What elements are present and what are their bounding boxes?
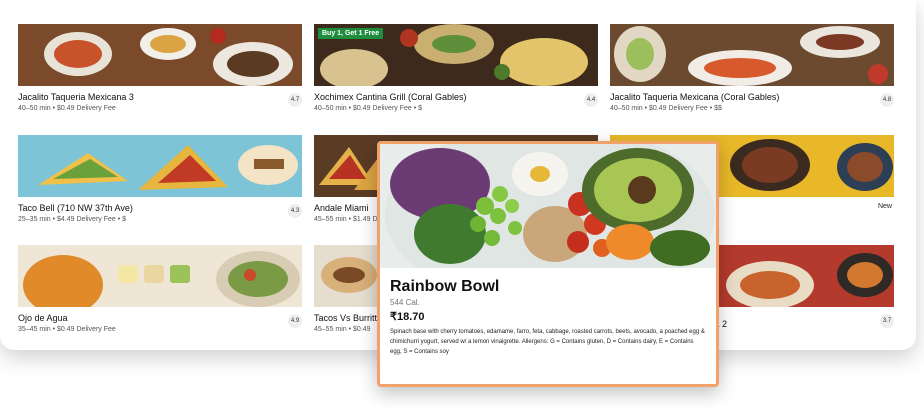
restaurant-name[interactable]: Taco Bell (710 NW 37th Ave) [18,203,302,213]
dish-image [380,144,716,268]
restaurant-name[interactable]: Jacalito Taqueria Mexicana 3 [18,92,302,102]
restaurant-image [18,245,302,307]
promo-badge: Buy 1, Get 1 Free [318,28,384,39]
dish-title: Rainbow Bowl [390,278,500,295]
restaurant-image [610,24,894,86]
restaurant-meta: 40–50 min • $0.49 Delivery Fee [18,105,116,112]
rating-badge: 4.4 [584,93,598,107]
rating-badge: 4.9 [288,314,302,328]
rating-badge: 3.7 [880,314,894,328]
restaurant-card[interactable]: Jacalito Taqueria Mexicana 3 40–50 min •… [18,24,302,112]
restaurant-card[interactable]: Ojo de Agua 35–45 min • $0.49 Delivery F… [18,245,302,333]
dish-description: Spinach base with cherry tomatoes, edama… [390,329,705,355]
restaurant-card[interactable]: Jacalito Taqueria Mexicana (Coral Gables… [610,24,894,112]
restaurant-name[interactable]: Ojo de Agua [18,313,302,323]
restaurant-meta: 25–35 min • $4.49 Delivery Fee • $ [18,216,127,223]
new-badge: New [877,203,892,210]
restaurant-meta: 40–50 min • $0.49 Delivery Fee • $$ [610,105,722,112]
restaurant-name[interactable]: Xochimex Cantina Grill (Coral Gables) [314,92,598,102]
restaurant-meta: 40–50 min • $0.49 Delivery Fee • $ [314,105,423,112]
restaurant-image [18,135,302,197]
rating-badge: 4.8 [880,93,894,107]
restaurant-card[interactable]: Buy 1, Get 1 Free Xochimex Cantina Grill… [314,24,598,112]
restaurant-card[interactable]: Taco Bell (710 NW 37th Ave) 25–35 min • … [18,135,302,223]
dish-detail-card[interactable]: Rainbow Bowl 544 Cal. ₹18.70 Spinach bas… [377,141,719,387]
restaurant-image: Buy 1, Get 1 Free [314,24,598,86]
restaurant-image [18,24,302,86]
dish-calories: 544 Cal. [390,298,420,307]
rating-badge: 4.3 [288,204,302,218]
restaurant-name[interactable]: Jacalito Taqueria Mexicana (Coral Gables… [610,92,894,102]
rating-badge: 4.7 [288,93,302,107]
restaurant-meta: 35–45 min • $0.49 Delivery Fee [18,326,116,333]
dish-price: ₹18.70 [390,311,425,323]
